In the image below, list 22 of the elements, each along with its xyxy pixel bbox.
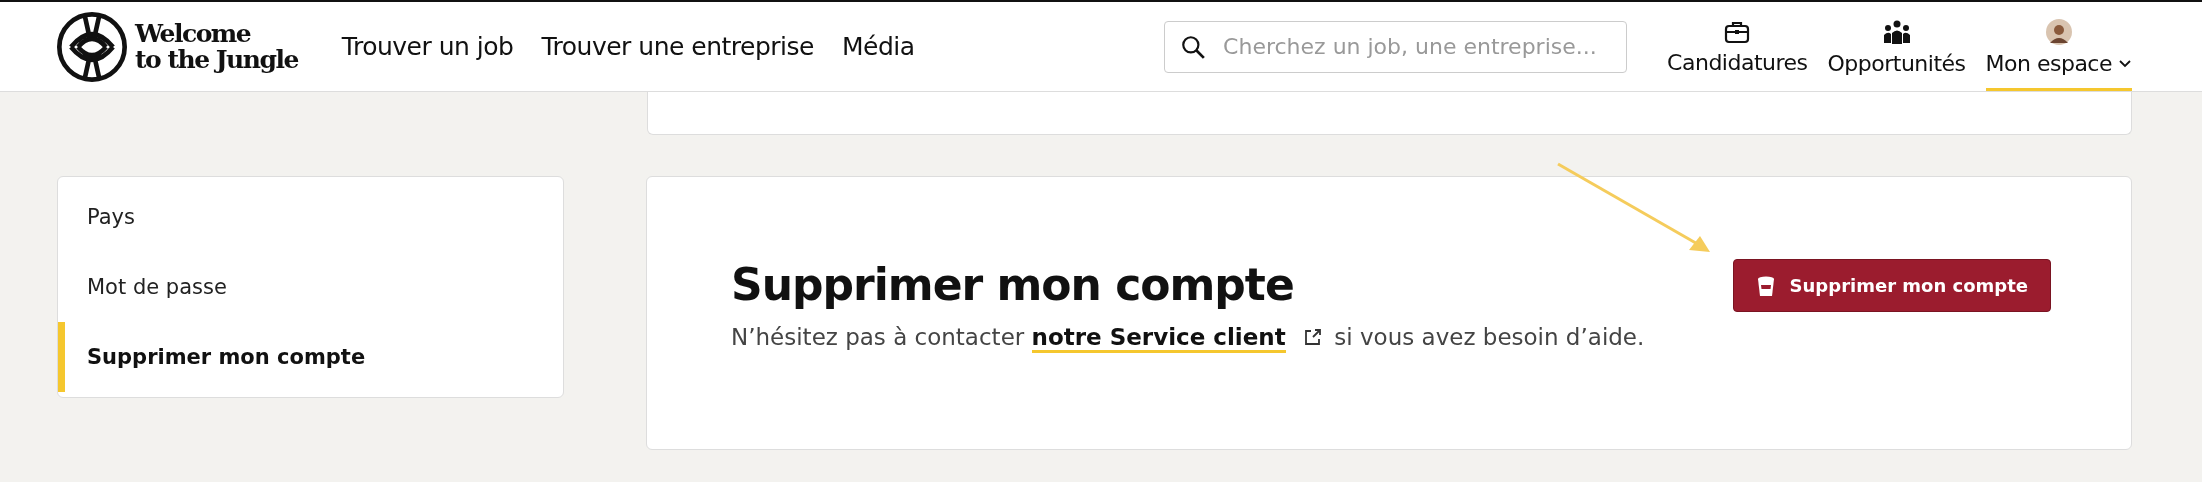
nav-link[interactable]: Trouver une entreprise: [541, 32, 814, 61]
briefcase-icon: [1724, 19, 1751, 44]
menu-item[interactable]: Mot de passe: [58, 252, 563, 322]
nav-link[interactable]: Trouver un job: [341, 32, 514, 61]
header-tab[interactable]: Opportunités: [1827, 2, 1966, 91]
search-field[interactable]: Cherchez un job, une entreprise...: [1164, 20, 1628, 73]
external-link-icon: [1303, 327, 1323, 347]
cup-icon: [1755, 274, 1776, 297]
help-text: N’hésitez pas à contacter notre Service client si vous avez besoin d’aide.: [731, 324, 1645, 350]
section-title: Supprimer mon compte: [731, 259, 1295, 310]
chevron-down-icon: [2118, 58, 2132, 68]
menu-item[interactable]: Supprimer mon compte: [58, 322, 563, 392]
logo-icon[interactable]: [57, 11, 127, 82]
search-icon: [1180, 33, 1207, 60]
avatar-icon: [2045, 18, 2072, 45]
header-tab[interactable]: Candidatures: [1667, 2, 1808, 91]
logo-text[interactable]: Welcome to the Jungle: [135, 20, 298, 73]
nav-link[interactable]: Média: [842, 32, 915, 61]
service-link[interactable]: notre Service client: [1031, 324, 1286, 353]
delete-account-button[interactable]: Supprimer mon compte: [1732, 259, 2051, 312]
people-icon: [1882, 18, 1911, 45]
menu-item[interactable]: Pays: [58, 182, 563, 252]
